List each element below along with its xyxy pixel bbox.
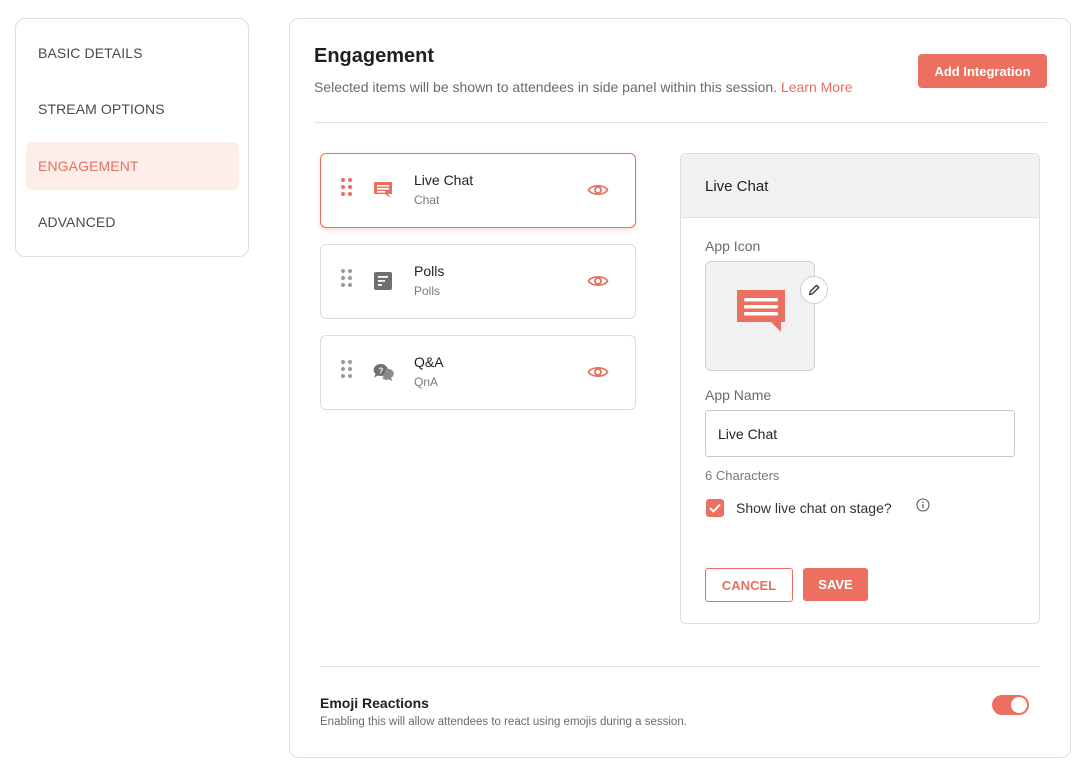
app-icon-label: App Icon: [705, 238, 761, 254]
app-card-type: Chat: [414, 193, 440, 207]
app-card-name: Q&A: [414, 354, 444, 370]
sidebar-item-engagement[interactable]: ENGAGEMENT: [26, 142, 239, 190]
app-card-type: QnA: [414, 375, 439, 389]
pencil-icon: [808, 284, 820, 296]
sidebar-item-stream-options[interactable]: STREAM OPTIONS: [26, 85, 239, 133]
learn-more-link[interactable]: Learn More: [781, 79, 853, 95]
app-card-name: Polls: [414, 263, 445, 279]
section-divider: [320, 666, 1040, 667]
drag-handle-icon[interactable]: [341, 360, 353, 380]
app-detail-panel: Live Chat App Icon App Name 6 Characters…: [680, 153, 1040, 624]
toggle-knob: [1011, 697, 1027, 713]
chat-icon: [737, 290, 785, 332]
eye-icon[interactable]: [587, 180, 609, 200]
app-card-polls[interactable]: Polls Polls: [320, 244, 636, 319]
add-integration-button[interactable]: Add Integration: [918, 54, 1047, 88]
show-on-stage-label: Show live chat on stage?: [736, 500, 892, 516]
header-divider: [314, 122, 1047, 123]
detail-title: Live Chat: [705, 178, 769, 195]
check-icon: [709, 503, 721, 513]
info-icon[interactable]: [916, 498, 930, 512]
char-count: 6 Characters: [705, 468, 780, 483]
poll-icon: [374, 272, 392, 290]
app-card-type: Polls: [414, 284, 441, 298]
eye-icon[interactable]: [587, 271, 609, 291]
app-name-input[interactable]: [705, 410, 1015, 457]
show-on-stage-checkbox[interactable]: [706, 499, 724, 517]
app-card-qna[interactable]: ? Q&A QnA: [320, 335, 636, 410]
svg-text:?: ?: [379, 367, 384, 376]
app-card-live-chat[interactable]: Live Chat Chat: [320, 153, 636, 228]
sidebar-item-advanced[interactable]: ADVANCED: [26, 198, 239, 246]
sidebar-item-basic-details[interactable]: BASIC DETAILS: [26, 29, 239, 77]
eye-icon[interactable]: [587, 362, 609, 382]
engagement-panel: Engagement Selected items will be shown …: [289, 18, 1071, 758]
detail-header: Live Chat: [681, 154, 1039, 218]
subtitle-text: Selected items will be shown to attendee…: [314, 79, 778, 95]
emoji-reactions-description: Enabling this will allow attendees to re…: [320, 716, 687, 728]
page-subtitle: Selected items will be shown to attendee…: [314, 79, 853, 95]
emoji-reactions-toggle[interactable]: [992, 695, 1029, 715]
emoji-reactions-title: Emoji Reactions: [320, 695, 429, 711]
app-card-name: Live Chat: [414, 172, 474, 188]
edit-app-icon-button[interactable]: [800, 276, 828, 304]
cancel-button[interactable]: CANCEL: [705, 568, 793, 602]
page-title: Engagement: [314, 45, 435, 67]
settings-sidebar: BASIC DETAILS STREAM OPTIONS ENGAGEMENT …: [15, 18, 249, 257]
drag-handle-icon[interactable]: [341, 178, 353, 198]
chat-icon: [374, 182, 392, 198]
app-name-label: App Name: [705, 387, 772, 403]
save-button[interactable]: SAVE: [803, 568, 868, 601]
app-icon-preview: [705, 261, 815, 371]
qna-icon: ?: [373, 363, 394, 381]
drag-handle-icon[interactable]: [341, 269, 353, 289]
